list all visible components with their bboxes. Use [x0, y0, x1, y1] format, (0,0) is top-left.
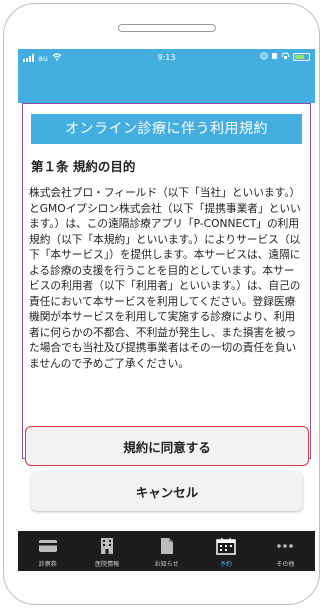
card-icon [37, 537, 59, 555]
app-header [18, 67, 315, 103]
building-icon [96, 537, 118, 555]
tab-label: 医院情報 [95, 561, 120, 568]
rotation-lock-icon [281, 52, 290, 62]
tab-bar: 診察券 医院情報 お知らせ 予約 その他 [18, 531, 315, 571]
document-icon [156, 537, 178, 555]
tab-other[interactable]: その他 [256, 531, 315, 571]
terms-panel[interactable]: オンライン診療に伴う利用規約 第１条 規約の目的 株式会社プロ・フィールド（以下… [22, 103, 311, 459]
more-icon [274, 537, 296, 555]
speaker-slot [118, 24, 216, 32]
tab-label: 予約 [219, 561, 232, 568]
article-heading: 第１条 規約の目的 [31, 159, 136, 174]
tab-clinic-info[interactable]: 医院情報 [77, 531, 136, 571]
alarm-icon [271, 52, 278, 62]
agree-button[interactable]: 規約に同意する [25, 426, 309, 466]
phone-frame: au 9:13 オンライン診療に伴う利用規約 第１条 規約の目的 株式会社プロ・… [3, 3, 320, 605]
tab-reservation[interactable]: 予約 [196, 531, 255, 571]
phone-screen: au 9:13 オンライン診療に伴う利用規約 第１条 規約の目的 株式会社プロ・… [18, 49, 315, 571]
tab-card[interactable]: 診察券 [18, 531, 77, 571]
terms-title: オンライン診療に伴う利用規約 [31, 114, 302, 144]
tab-label: その他 [276, 561, 295, 568]
tab-label: 診察券 [38, 561, 57, 568]
tab-label: お知らせ [154, 561, 179, 568]
status-bar: au 9:13 [18, 49, 315, 67]
cancel-button[interactable]: キャンセル [31, 471, 303, 511]
calendar-icon [215, 537, 237, 555]
location-icon [260, 52, 268, 62]
status-right [260, 52, 310, 62]
tab-news[interactable]: お知らせ [137, 531, 196, 571]
article-body: 株式会社プロ・フィールド（以下「当社」といいます。）とGMOイプシロン株式会社（… [29, 186, 301, 370]
battery-icon [293, 53, 310, 61]
